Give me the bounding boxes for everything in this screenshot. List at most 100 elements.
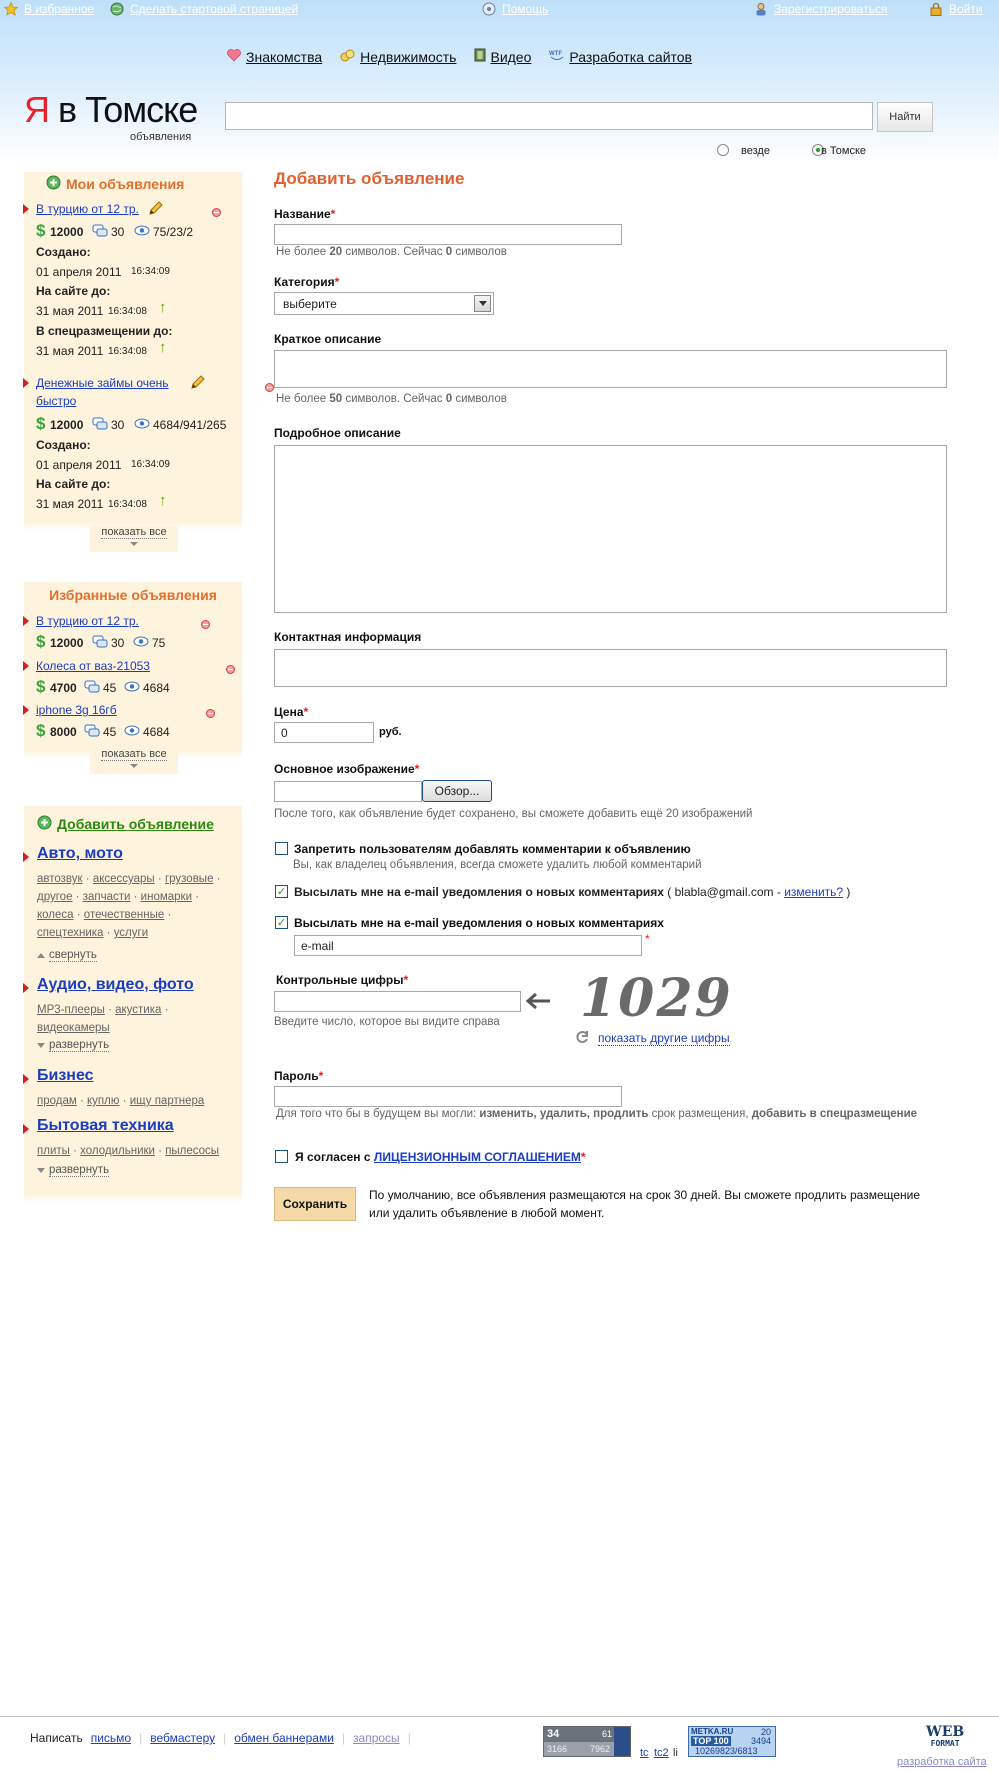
change-email-link[interactable]: изменить? <box>784 885 843 899</box>
search-input[interactable] <box>225 102 873 130</box>
footer-banners-link[interactable]: обмен баннерами <box>234 1731 334 1745</box>
my-ad-2-link-line1[interactable]: Денежные займы очень <box>36 376 169 390</box>
add-to-favorites-label: В избранное <box>24 2 95 16</box>
expand-toggle[interactable]: развернуть <box>37 1164 110 1177</box>
sub-link[interactable]: запчасти <box>83 891 131 903</box>
sub-link[interactable]: MP3-плееры <box>37 1004 105 1016</box>
forbid-comments-checkbox[interactable] <box>275 842 288 855</box>
category-select[interactable]: выберите <box>274 292 494 315</box>
sub-link[interactable]: ищу партнера <box>130 1095 205 1107</box>
search-button[interactable]: Найти <box>877 102 933 132</box>
login-link[interactable]: Войти <box>929 2 983 16</box>
my-ads-show-all[interactable]: показать все <box>90 526 178 552</box>
sub-link[interactable]: спецтехника <box>37 927 103 939</box>
captcha-refresh-link[interactable]: показать другие цифры <box>598 1031 730 1046</box>
image-file-input[interactable] <box>274 781 422 802</box>
add-ad-link[interactable]: Добавить объявление <box>37 815 214 833</box>
svg-text:WTF: WTF <box>549 51 562 57</box>
sub-link[interactable]: холодильники <box>80 1145 155 1157</box>
password-input[interactable] <box>274 1086 622 1107</box>
agree-checkbox[interactable] <box>275 1150 288 1163</box>
nav-dating-label: Знакомства <box>246 48 323 65</box>
collapse-toggle[interactable]: свернуть <box>37 949 97 962</box>
eye-icon <box>124 725 140 739</box>
footer-letter-link[interactable]: письмо <box>91 1731 131 1745</box>
sub-link[interactable]: аксессуары <box>93 873 155 885</box>
scope-radio-all[interactable] <box>717 144 729 156</box>
my-ads-title: Мои объявления <box>66 176 185 192</box>
up-arrow-icon[interactable]: ↑ <box>159 299 167 316</box>
nav-dating[interactable]: Знакомства <box>226 48 322 65</box>
add-to-favorites-link[interactable]: В избранное <box>3 1 95 16</box>
captcha-input[interactable] <box>274 991 521 1012</box>
metka-badge[interactable]: METKA.RU 20 TOP 100 3494 10269823/6813 <box>688 1726 776 1757</box>
fav-ad-2-link[interactable]: Колеса от ваз-21053 <box>36 659 150 673</box>
sub-link[interactable]: продам <box>37 1095 77 1107</box>
name-input[interactable] <box>274 224 622 245</box>
fav-ad-3-link[interactable]: iphone 3g 16гб <box>36 703 117 717</box>
fav-ad-1-link[interactable]: В турцию от 12 тр. <box>36 614 139 628</box>
sub-link[interactable]: куплю <box>87 1095 119 1107</box>
remove-icon[interactable] <box>225 665 235 674</box>
pencil-icon[interactable] <box>148 200 164 219</box>
save-note: По умолчанию, все объявления размещаются… <box>369 1188 921 1220</box>
category-business[interactable]: Бизнес <box>37 1067 94 1085</box>
my-ad-1-views: 75/23/2 <box>153 225 194 239</box>
refresh-icon[interactable] <box>574 1029 590 1048</box>
make-homepage-link[interactable]: Сделать стартовой страницей <box>110 2 298 16</box>
sub-link[interactable]: иномарки <box>141 891 192 903</box>
footer-webmaster-link[interactable]: вебмастеру <box>150 1731 215 1745</box>
sub-link[interactable]: видеокамеры <box>37 1022 110 1034</box>
remove-icon[interactable] <box>206 709 216 718</box>
short-desc-input[interactable] <box>274 350 947 388</box>
sub-link[interactable]: пылесосы <box>165 1145 219 1157</box>
sub-link[interactable]: отечественные <box>84 909 164 921</box>
sub-link[interactable]: плиты <box>37 1145 70 1157</box>
email-input[interactable]: e-mail <box>294 935 642 956</box>
contact-input[interactable] <box>274 649 947 687</box>
sub-link[interactable]: другое <box>37 891 72 903</box>
save-button[interactable]: Сохранить <box>274 1187 356 1221</box>
fav-ads-show-all[interactable]: показать все <box>90 748 178 774</box>
sub-link[interactable]: акустика <box>115 1004 161 1016</box>
sub-link[interactable]: автозвук <box>37 873 83 885</box>
sub-link[interactable]: грузовые <box>165 873 214 885</box>
browse-button[interactable]: Обзор... <box>422 780 492 802</box>
name-hint: Не более 20 символов. Сейчас 0 символов <box>276 246 507 258</box>
site-logo[interactable]: Я в Томске <box>24 92 198 128</box>
tc-link[interactable]: tc <box>640 1747 649 1759</box>
counter-badge[interactable]: 34 61 3166 7962 <box>543 1726 631 1757</box>
detail-desc-textarea[interactable] <box>274 445 947 613</box>
license-link[interactable]: ЛИЦЕНЗИОННЫМ СОГЛАШЕНИЕМ <box>374 1150 581 1164</box>
tc2-link[interactable]: tc2 <box>654 1747 669 1759</box>
register-link[interactable]: Зарегистрироваться <box>754 2 887 16</box>
notify-checkbox-1[interactable]: ✓ <box>275 885 288 898</box>
remove-icon[interactable] <box>265 383 275 392</box>
category-appliances[interactable]: Бытовая техника <box>37 1117 174 1135</box>
fav-ad-3-comments: 45 <box>103 725 117 739</box>
help-link[interactable]: Помощь <box>482 2 548 16</box>
price-input[interactable]: 0 <box>274 722 374 743</box>
category-auto[interactable]: Авто, мото <box>37 845 123 863</box>
nav-video[interactable]: Видео <box>474 48 531 65</box>
footer-requests-link[interactable]: запросы <box>353 1731 400 1745</box>
category-audio[interactable]: Аудио, видео, фото <box>37 976 194 994</box>
nav-realty[interactable]: Недвижимость <box>340 48 456 65</box>
nav-webdev[interactable]: WTF Разработка сайтов <box>549 48 692 65</box>
remove-icon[interactable] <box>211 208 221 217</box>
notify-checkbox-2[interactable]: ✓ <box>275 916 288 929</box>
forbid-comments-hint: Вы, как владелец объявления, всегда смож… <box>293 859 702 871</box>
pencil-icon[interactable] <box>190 374 206 393</box>
dollar-icon: $ <box>36 221 46 240</box>
webformat-logo[interactable]: WEB FORMAT <box>926 1725 964 1750</box>
my-ad-1-link[interactable]: В турцию от 12 тр. <box>36 202 139 216</box>
sub-link[interactable]: услуги <box>114 927 148 939</box>
sub-link[interactable]: колеса <box>37 909 74 921</box>
detail-desc-label: Подробное описание <box>274 426 401 440</box>
chevron-down-icon[interactable] <box>474 295 491 312</box>
my-ad-2-link-line2[interactable]: быстро <box>36 394 76 408</box>
expand-toggle[interactable]: развернуть <box>37 1039 110 1052</box>
up-arrow-icon[interactable]: ↑ <box>159 492 167 509</box>
dev-link[interactable]: разработка сайта <box>897 1756 987 1768</box>
up-arrow-icon[interactable]: ↑ <box>159 339 167 356</box>
